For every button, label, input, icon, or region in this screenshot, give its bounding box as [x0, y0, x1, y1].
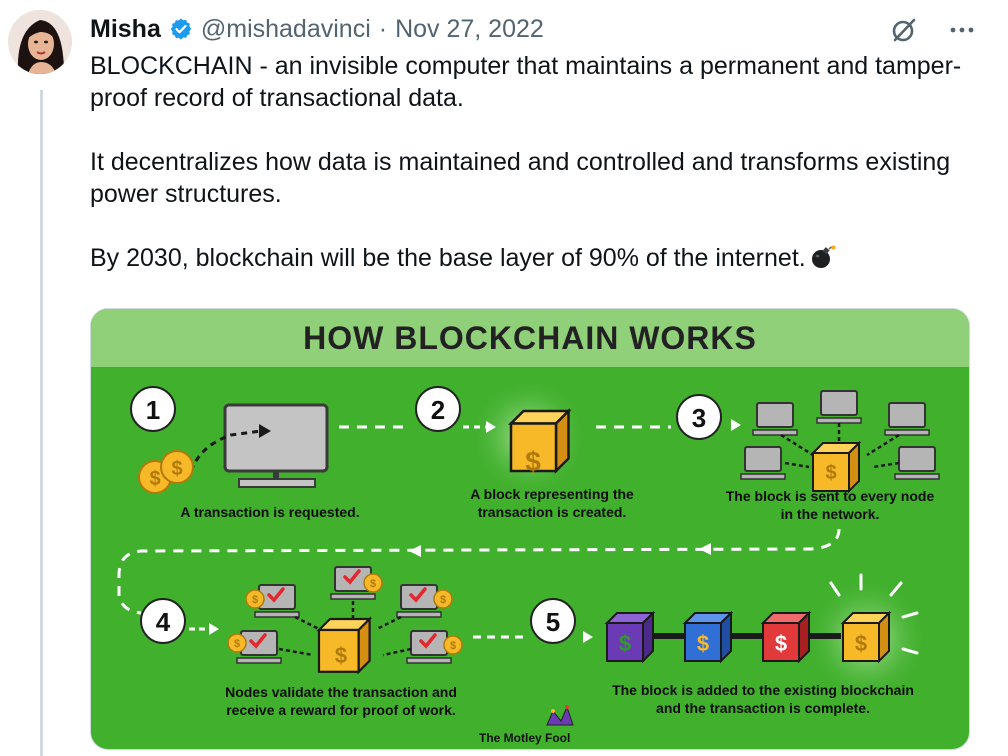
- brand-label: The Motley Fool: [479, 731, 571, 745]
- grok-icon[interactable]: [886, 12, 922, 48]
- step-2-caption: A block representing the transaction is …: [470, 486, 634, 520]
- tweet-paragraph-1: BLOCKCHAIN - an invisible computer that …: [90, 52, 962, 112]
- tweet-paragraph-3: By 2030, blockchain will be the base lay…: [90, 242, 970, 278]
- svg-text:$: $: [619, 631, 631, 656]
- tweet-date[interactable]: Nov 27, 2022: [395, 15, 544, 44]
- tweet-header: Misha @mishadavinci · Nov 27, 2022: [90, 12, 544, 46]
- svg-text:$: $: [171, 458, 182, 480]
- more-horizontal-icon[interactable]: [944, 12, 980, 48]
- infographic-image[interactable]: HOW BLOCKCHAIN WORKS $: [90, 308, 970, 750]
- svg-text:$: $: [149, 468, 160, 490]
- step-3-number: 3: [692, 403, 706, 433]
- step-4-number: 4: [156, 607, 171, 637]
- tweet-text: BLOCKCHAIN - an invisible computer that …: [90, 50, 970, 310]
- verified-badge-icon: [169, 17, 193, 41]
- author-name[interactable]: Misha: [90, 15, 161, 44]
- step-4-caption: Nodes validate the transaction and recei…: [225, 684, 457, 718]
- svg-text:$: $: [697, 631, 709, 656]
- tweet-paragraph-2: It decentralizes how data is maintained …: [90, 148, 951, 208]
- step-3-group: 3 $: [676, 390, 940, 492]
- step-1-caption: A transaction is requested.: [180, 504, 360, 520]
- thread-line: [40, 90, 43, 756]
- step-4-group: 4 $: [140, 566, 463, 673]
- step-3-caption: The block is sent to every node in the n…: [725, 488, 935, 522]
- step-5-number: 5: [546, 607, 560, 637]
- step-2-number: 2: [431, 395, 445, 425]
- svg-text:$: $: [335, 643, 347, 668]
- author-handle[interactable]: @mishadavinci: [201, 15, 371, 44]
- tweet-paragraph-3-text: By 2030, blockchain will be the base lay…: [90, 244, 806, 272]
- step-1-number: 1: [146, 395, 160, 425]
- svg-text:$: $: [825, 462, 836, 484]
- step-2-group: 2 $: [415, 377, 589, 497]
- svg-text:$: $: [775, 631, 787, 656]
- infographic-title: HOW BLOCKCHAIN WORKS: [91, 309, 969, 367]
- bomb-emoji-icon: [810, 244, 836, 278]
- step-5-caption: The block is added to the existing block…: [612, 682, 914, 716]
- svg-text:$: $: [525, 446, 541, 477]
- step-1-group: 1 $ $: [130, 386, 329, 494]
- motley-fool-logo-icon: [546, 705, 574, 726]
- header-separator: ·: [378, 14, 388, 43]
- profile-photo: [8, 10, 72, 74]
- svg-text:$: $: [855, 631, 867, 656]
- avatar[interactable]: [8, 10, 72, 74]
- tweet-actions: [886, 12, 980, 48]
